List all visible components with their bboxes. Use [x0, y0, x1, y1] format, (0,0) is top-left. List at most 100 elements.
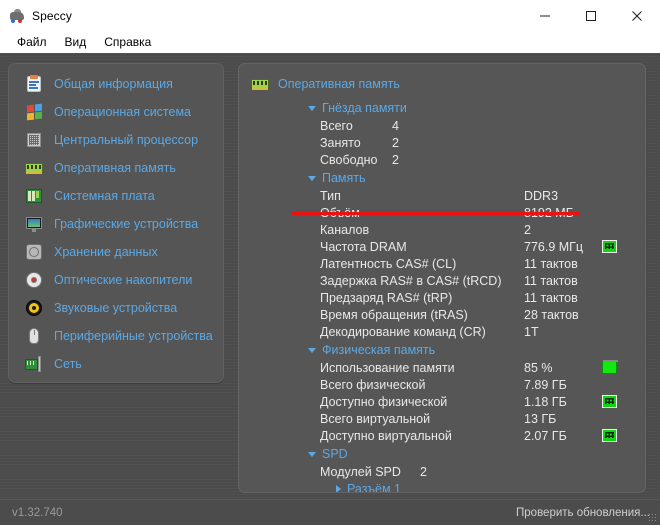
- row-key: Модулей SPD: [320, 464, 401, 479]
- table-row: Всего 4: [251, 117, 645, 134]
- table-row: Частота DRAM 776.9 МГц: [251, 238, 645, 255]
- status-bar: v1.32.740 Проверить обновления...: [0, 499, 660, 525]
- sidebar-item-network[interactable]: Сеть: [9, 350, 223, 378]
- group-memory: Память Тип DDR3 Объём 8192 МБ Каналов 2: [251, 169, 645, 340]
- table-row: Доступно виртуальной 2.07 ГБ: [251, 427, 645, 444]
- group-header[interactable]: Физическая память: [251, 341, 645, 359]
- table-row: Тип DDR3: [251, 187, 645, 204]
- sidebar-item-motherboard[interactable]: Системная плата: [9, 182, 223, 210]
- table-row: Модулей SPD 2: [251, 463, 645, 480]
- row-value: 4: [392, 118, 399, 133]
- maximize-button[interactable]: [568, 0, 614, 31]
- table-row: Предзаряд RAS# (tRP) 11 тактов: [251, 289, 645, 306]
- group-header[interactable]: Память: [251, 169, 645, 187]
- panel-header: Оперативная память: [251, 74, 645, 94]
- optical-disc-icon: [25, 271, 43, 289]
- menu-item-help[interactable]: Справка: [95, 33, 160, 52]
- table-row: Использование памяти 85 %: [251, 359, 645, 376]
- sidebar-nav: Общая информация Операционная система Це…: [8, 63, 224, 383]
- group-header[interactable]: Гнёзда памяти: [251, 99, 645, 117]
- row-value: 2.07 ГБ: [524, 428, 567, 443]
- version-label: v1.32.740: [12, 506, 63, 519]
- row-value: 2: [392, 135, 399, 150]
- chevron-down-icon: [308, 175, 316, 181]
- chevron-down-icon: [308, 347, 316, 353]
- resize-grip-icon[interactable]: [648, 513, 658, 523]
- sidebar-item-graphics[interactable]: Графические устройства: [9, 210, 223, 238]
- spd-slot-1-link[interactable]: Разъём 1: [251, 480, 645, 492]
- row-key: Свободно: [320, 152, 378, 167]
- row-key: Всего физической: [320, 377, 426, 392]
- table-row: Всего виртуальной 13 ГБ: [251, 410, 645, 427]
- row-key: Каналов: [320, 222, 370, 237]
- sidebar-item-optical[interactable]: Оптические накопители: [9, 266, 223, 294]
- sidebar-item-summary[interactable]: Общая информация: [9, 70, 223, 98]
- ram-meter-icon: [602, 429, 617, 442]
- group-title: SPD: [322, 447, 348, 461]
- row-value: 7.89 ГБ: [524, 377, 567, 392]
- sidebar-item-audio[interactable]: Звуковые устройства: [9, 294, 223, 322]
- monitor-icon: [25, 215, 43, 233]
- sidebar-item-cpu[interactable]: Центральный процессор: [9, 126, 223, 154]
- table-row: Каналов 2: [251, 221, 645, 238]
- sidebar-item-label: Сеть: [54, 357, 82, 371]
- green-bar-icon: [602, 360, 618, 374]
- group-header[interactable]: SPD: [251, 445, 645, 463]
- window-controls: [522, 0, 660, 31]
- row-key: Латентность CAS# (CL): [320, 256, 457, 271]
- speaker-icon: [25, 299, 43, 317]
- sidebar-item-label: Графические устройства: [54, 217, 199, 231]
- sidebar-item-storage[interactable]: Хранение данных: [9, 238, 223, 266]
- speccy-window: Speccy Файл Вид Справка Общая информация: [0, 0, 660, 525]
- group-title: Физическая память: [322, 343, 436, 357]
- row-value: 2: [524, 222, 531, 237]
- row-indicator: [602, 429, 618, 442]
- row-value: 85 %: [524, 360, 553, 375]
- sidebar-item-label: Хранение данных: [54, 245, 158, 259]
- row-value: 11 тактов: [524, 256, 578, 271]
- cpu-chip-icon: [25, 131, 43, 149]
- row-key: Декодирование команд (CR): [320, 324, 486, 339]
- check-updates-link[interactable]: Проверить обновления...: [516, 507, 650, 519]
- row-indicator: [602, 274, 618, 287]
- table-row: Задержка RAS# в CAS# (tRCD) 11 тактов: [251, 272, 645, 289]
- red-annotation-line: [291, 212, 580, 215]
- row-value: 2: [392, 152, 399, 167]
- group-title: Гнёзда памяти: [322, 101, 407, 115]
- close-button[interactable]: [614, 0, 660, 31]
- content-area: Общая информация Операционная система Це…: [0, 53, 660, 499]
- row-value: 776.9 МГц: [524, 239, 584, 254]
- table-row: Латентность CAS# (CL) 11 тактов: [251, 255, 645, 272]
- row-key: Тип: [320, 188, 341, 203]
- sidebar-item-label: Системная плата: [54, 189, 155, 203]
- windows-logo-icon: [25, 103, 43, 121]
- chevron-right-icon: [336, 484, 341, 492]
- row-indicator: [602, 240, 618, 253]
- row-key: Использование памяти: [320, 360, 455, 375]
- row-key: Задержка RAS# в CAS# (tRCD): [320, 273, 502, 288]
- row-indicator: [602, 291, 618, 304]
- title-bar: Speccy: [0, 0, 660, 31]
- row-indicator: [602, 325, 618, 338]
- row-indicator: [602, 378, 618, 391]
- window-title: Speccy: [32, 8, 72, 23]
- clipboard-icon: [25, 75, 43, 93]
- sidebar-item-os[interactable]: Операционная система: [9, 98, 223, 126]
- details-panel: Оперативная память Гнёзда памяти Всего 4…: [238, 63, 646, 493]
- sidebar-item-label: Оптические накопители: [54, 273, 193, 287]
- row-indicator: [602, 257, 618, 270]
- row-value: 11 тактов: [524, 273, 578, 288]
- row-key: Предзаряд RAS# (tRP): [320, 290, 453, 305]
- sidebar-item-ram[interactable]: Оперативная память: [9, 154, 223, 182]
- network-card-icon: [25, 355, 43, 373]
- menu-item-file[interactable]: Файл: [8, 33, 56, 52]
- menu-item-view[interactable]: Вид: [56, 33, 96, 52]
- minimize-button[interactable]: [522, 0, 568, 31]
- row-value: 1.18 ГБ: [524, 394, 567, 409]
- menu-bar: Файл Вид Справка: [0, 31, 660, 53]
- minimize-icon: [540, 15, 550, 16]
- sidebar-item-label: Периферийные устройства: [54, 329, 213, 343]
- maximize-icon: [586, 10, 596, 21]
- sidebar-item-peripherals[interactable]: Периферийные устройства: [9, 322, 223, 350]
- group-physical-memory: Физическая память Использование памяти 8…: [251, 341, 645, 444]
